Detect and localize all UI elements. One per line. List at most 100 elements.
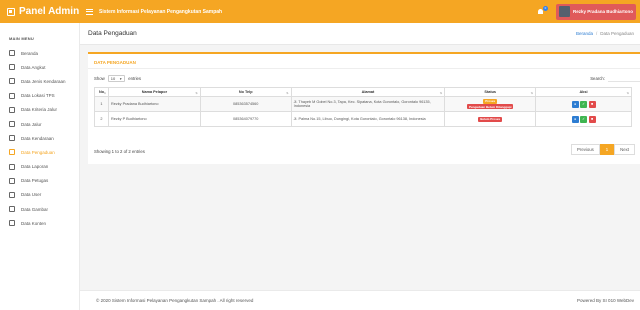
- footer-copyright: © 2020 Sistem Informasi Pelayanan Pengan…: [96, 298, 254, 303]
- sidebar-item-data-user[interactable]: Data User: [0, 188, 79, 202]
- sidebar-item-lokasi-tps[interactable]: Data Lokasi TPS: [0, 89, 79, 103]
- breadcrumb: Beranda / Data Pengaduan: [575, 31, 634, 36]
- sidebar-item-beranda[interactable]: Beranda: [0, 46, 79, 60]
- sidebar-heading: MAIN MENU: [9, 36, 34, 41]
- image-icon: [9, 206, 15, 213]
- col-aksi[interactable]: Aksi ⇅: [535, 87, 632, 97]
- cell-telp: 085363574560: [199, 96, 292, 112]
- entries-select[interactable]: 10 ▼: [107, 75, 126, 82]
- footer: © 2020 Sistem Informasi Pelayanan Pengan…: [80, 290, 640, 310]
- cell-status: Proses Pengaduan Belum Ditanggapi: [444, 96, 537, 112]
- status-badge: Proses: [483, 98, 498, 104]
- sidebar-item-data-laporan[interactable]: Data Laporan: [0, 160, 79, 174]
- sort-icon: ⇅: [530, 90, 534, 95]
- table-info: Showing 1 to 2 of 2 entries: [94, 149, 145, 154]
- cell-nama: Rezky Pradana Budhiartono: [107, 96, 201, 112]
- col-no[interactable]: No ⇅: [94, 87, 109, 97]
- col-alamat[interactable]: Alamat ⇅: [290, 87, 446, 97]
- brand[interactable]: Panel Admin: [0, 0, 80, 23]
- breadcrumb-home-link[interactable]: Beranda: [576, 31, 593, 36]
- road-icon: [9, 121, 15, 128]
- brand-name: Panel Admin: [19, 6, 80, 17]
- notification-badge: 0: [542, 5, 548, 11]
- sidebar-item-data-angkut[interactable]: Data Angkut: [0, 60, 79, 74]
- edit-button[interactable]: ✓: [580, 115, 588, 123]
- page-1-button[interactable]: 1: [599, 144, 615, 155]
- previous-button[interactable]: Previous: [571, 144, 600, 155]
- view-button[interactable]: ●: [571, 115, 579, 123]
- content-header: Data Pengaduan Beranda / Data Pengaduan: [80, 23, 640, 45]
- sidebar-item-data-petugas[interactable]: Data Petugas: [0, 174, 79, 188]
- sidebar-item-data-konten[interactable]: Data Konten: [0, 216, 79, 230]
- col-status[interactable]: Status ⇅: [444, 87, 537, 97]
- app-title: Sistem Informasi Pelayanan Pengangkutan …: [99, 8, 223, 15]
- car-icon: [9, 78, 15, 85]
- user-name: Rezky Pradana Budhiartono: [572, 9, 633, 14]
- home-icon: [9, 50, 15, 57]
- sidebar-item-data-pengaduan[interactable]: Data Pengaduan: [0, 145, 79, 159]
- table-row: 1 Rezky Pradana Budhiartono 085363574560…: [94, 96, 632, 112]
- pagination: Previous 1 Next: [571, 144, 635, 155]
- trash-icon: ■: [591, 102, 594, 106]
- status-badge: Pengaduan Belum Ditanggapi: [466, 104, 514, 110]
- cell-no: 1: [94, 96, 109, 112]
- report-icon: [9, 163, 15, 170]
- cell-no: 2: [94, 111, 109, 127]
- search-label: Search:: [590, 76, 605, 81]
- delete-button[interactable]: ■: [588, 100, 596, 108]
- check-icon: ✓: [582, 117, 586, 121]
- complaints-table: No ⇅ Nama Pelapor ⇅ No Telp ⇅ Alamat ⇅ Statu…: [94, 87, 632, 127]
- cell-nama: Rezky P Budhiartono: [107, 111, 201, 127]
- col-no-telp[interactable]: No Telp ⇅: [199, 87, 292, 97]
- sidebar-item-data-gambar[interactable]: Data Gambar: [0, 202, 79, 216]
- sidebar: MAIN MENU Beranda Data Angkut Data Jenis…: [0, 23, 80, 310]
- trash-icon: ■: [591, 117, 594, 121]
- staff-icon: [9, 177, 15, 184]
- truck-icon: [9, 64, 15, 71]
- vehicle-icon: [9, 135, 15, 142]
- cell-telp: 085364079770: [199, 111, 292, 127]
- footer-powered-by: Powered By SI 010 WebDev: [577, 298, 634, 303]
- complaints-card: DATA PENGADUAN Show 10 ▼ entries Search: …: [88, 52, 640, 164]
- user-icon: [9, 191, 15, 198]
- cell-status: Belum Proses: [444, 111, 537, 127]
- col-nama-pelapor[interactable]: Nama Pelapor ⇅: [107, 87, 201, 97]
- chevron-down-icon: ▼: [119, 76, 123, 81]
- breadcrumb-current: Data Pengaduan: [600, 31, 634, 36]
- menu-toggle-icon[interactable]: [86, 8, 93, 15]
- cell-actions: ● ✓ ■: [535, 111, 632, 127]
- cell-actions: ● ✓ ■: [535, 96, 632, 112]
- avatar: [558, 6, 570, 17]
- edit-button[interactable]: ✓: [580, 100, 588, 108]
- sort-icon: ⇅: [626, 90, 629, 95]
- top-navbar: Panel Admin Sistem Informasi Pelayanan P…: [0, 0, 640, 23]
- cell-alamat: Jl. Palma No.15, Libuo, Dungingi, Kota G…: [290, 111, 446, 127]
- search-control: Search:: [590, 75, 640, 82]
- sidebar-item-data-jalur[interactable]: Data Jalur: [0, 117, 79, 131]
- sidebar-item-jenis-kendaraan[interactable]: Data Jenis Kendaraan: [0, 74, 79, 88]
- card-title: DATA PENGADUAN: [94, 60, 136, 65]
- panel-logo-icon: [7, 7, 15, 16]
- notification-bell-icon[interactable]: 0: [536, 5, 548, 17]
- sort-icon: ⇅: [195, 90, 198, 95]
- eye-icon: ●: [574, 102, 577, 106]
- user-menu[interactable]: Rezky Pradana Budhiartono: [555, 3, 636, 20]
- search-input[interactable]: [608, 75, 640, 82]
- delete-button[interactable]: ■: [588, 115, 596, 123]
- view-button[interactable]: ●: [571, 100, 579, 108]
- content-icon: [9, 220, 15, 227]
- entries-control: Show 10 ▼ entries: [94, 75, 142, 82]
- status-badge: Belum Proses: [478, 116, 503, 122]
- map-pin-icon: [9, 92, 15, 99]
- sort-icon: ⇅: [103, 90, 106, 95]
- complaint-icon: [9, 149, 15, 156]
- eye-icon: ●: [574, 117, 577, 121]
- sidebar-item-kriteria-jalur[interactable]: Data Kriteria Jalur: [0, 103, 79, 117]
- table-row: 2 Rezky P Budhiartono 085364079770 Jl. P…: [94, 111, 632, 127]
- route-icon: [9, 106, 15, 113]
- page-title: Data Pengaduan: [88, 30, 137, 37]
- sidebar-item-data-kendaraan[interactable]: Data Kendaraan: [0, 131, 79, 145]
- check-icon: ✓: [582, 102, 586, 106]
- cell-alamat: Jl. Thayeb M Gobel No.3, Tapa, Kec. Sipa…: [290, 96, 446, 112]
- next-button[interactable]: Next: [614, 144, 635, 155]
